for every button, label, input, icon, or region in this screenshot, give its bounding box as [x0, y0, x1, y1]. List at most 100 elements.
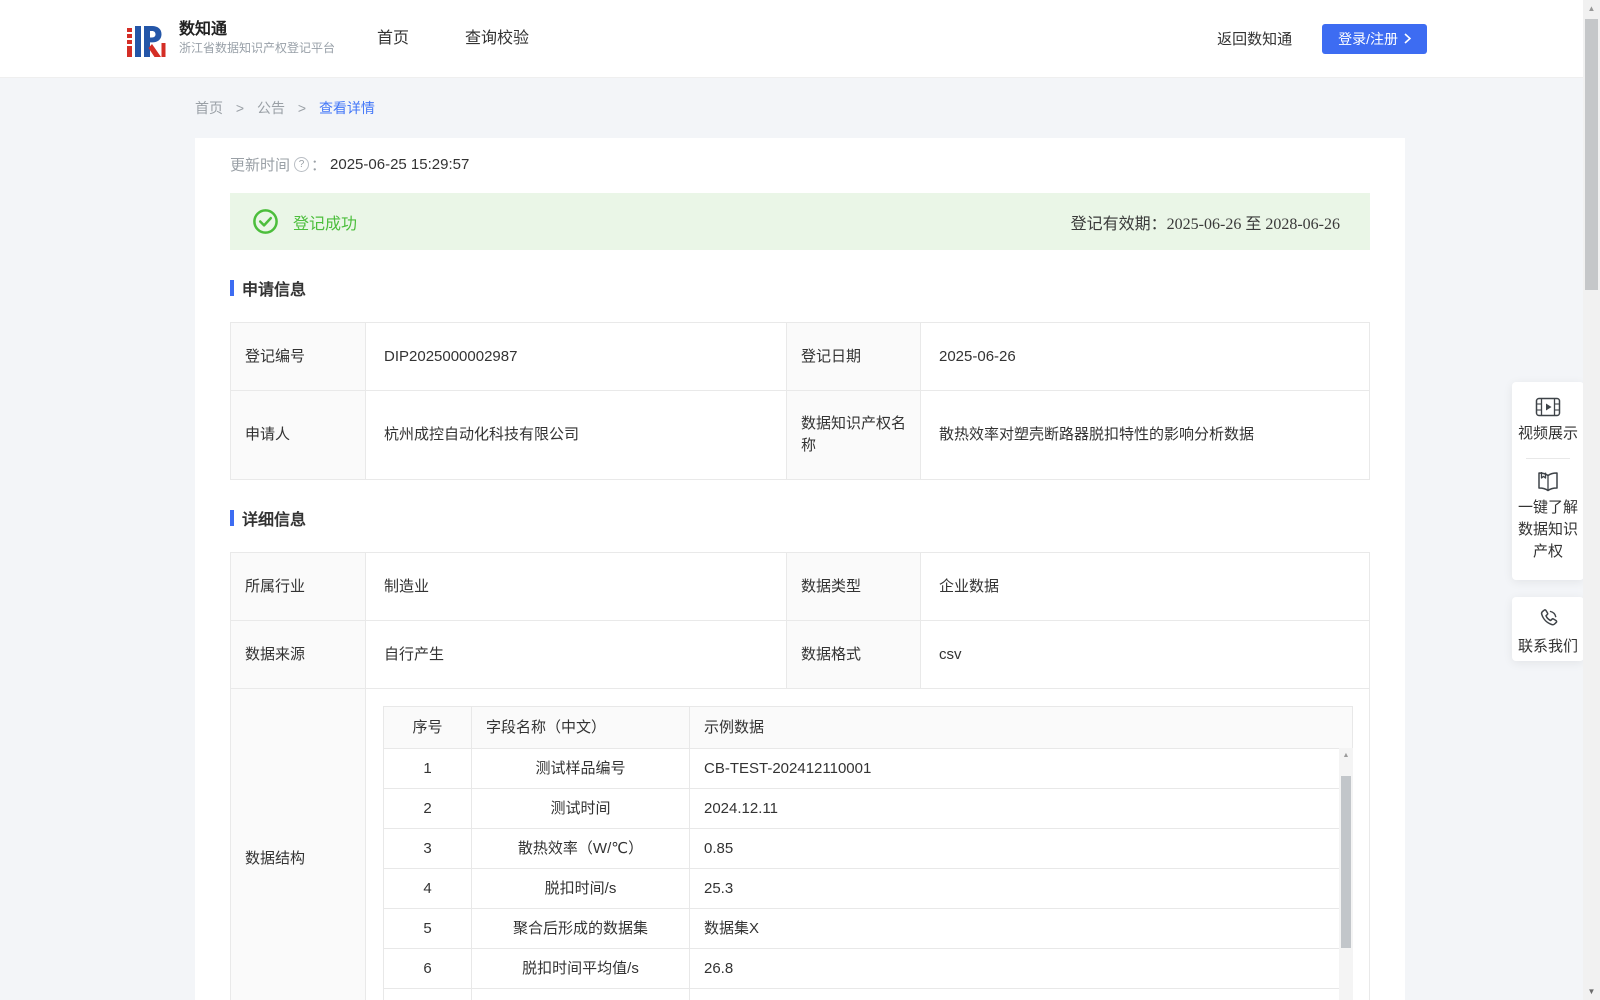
main-nav: 首页 查询校验 [377, 0, 585, 78]
cell-field-name: 测试样品编号 [471, 748, 690, 789]
data-structure-table-wrap: 序号 字段名称（中文） 示例数据 1 测试样品编号 CB-TEST-202412… [383, 706, 1353, 1000]
field-value: 企业数据 [920, 552, 1370, 621]
breadcrumb-announcement[interactable]: 公告 [257, 100, 285, 116]
field-value: 2025-06-26 [920, 322, 1370, 391]
field-label: 数据格式 [786, 620, 921, 689]
back-link[interactable]: 返回数知通 [1217, 28, 1292, 49]
field-value: 散热效率对塑壳断路器脱扣特性的影响分析数据 [920, 390, 1370, 480]
help-icon[interactable]: ? [294, 156, 310, 172]
cell-sample: 0.85 [689, 828, 1353, 869]
nav-item-home[interactable]: 首页 [377, 0, 409, 78]
field-value: 杭州成控自动化科技有限公司 [365, 390, 787, 480]
cell-sample: 数据集X [689, 908, 1353, 949]
float-panel-tools: 视频展示 一键了解数据知识产权 [1512, 382, 1584, 580]
guide-item[interactable]: 一键了解数据知识产权 [1512, 471, 1584, 563]
field-label: 申请人 [230, 390, 366, 480]
login-button-label: 登录/注册 [1338, 30, 1398, 47]
cell-index: 1 [383, 748, 472, 789]
update-time-label: 更新时间 [230, 156, 291, 174]
page-scrollbar[interactable]: ▲ ▼ [1583, 0, 1600, 1000]
detail-info-table: 所属行业 制造业 数据类型 企业数据 数据来源 自行产生 数据格式 csv 数据… [230, 552, 1370, 1000]
breadcrumb-home[interactable]: 首页 [195, 100, 223, 116]
cell-field-name: 脱扣时间平均值/s [471, 948, 690, 989]
inner-table-scrollbar[interactable]: ▲ [1339, 748, 1353, 1000]
table-row-data-structure: 数据结构 序号 字段名称（中文） 示例数据 1 测试样品编号 CB-TEST-2… [230, 688, 1370, 1000]
cell-index: 5 [383, 908, 472, 949]
nav-item-query-verify[interactable]: 查询校验 [465, 0, 529, 78]
logo[interactable]: 数知通 浙江省数据知识产权登记平台 [125, 18, 335, 60]
field-label: 数据知识产权名称 [786, 390, 921, 480]
panel-divider [1526, 458, 1570, 459]
validity-period: 登记有效期：2025-06-26 至 2028-06-26 [1071, 210, 1340, 234]
phone-icon [1540, 609, 1558, 626]
field-value: 制造业 [365, 552, 787, 621]
top-bar: 数知通 浙江省数据知识产权登记平台 首页 查询校验 返回数知通 登录/注册 [0, 0, 1600, 78]
guide-label: 一键了解数据知识产权 [1517, 499, 1578, 560]
cell-field-name: 脱扣时间/s [471, 868, 690, 909]
cell-field-name: 聚合后形成的数据集 [471, 908, 690, 949]
scroll-up-icon[interactable]: ▲ [1339, 751, 1353, 761]
table-row: 4 脱扣时间/s 25.3 [383, 868, 1353, 909]
cell-sample: 26.8 [689, 948, 1353, 989]
table-row: 申请人 杭州成控自动化科技有限公司 数据知识产权名称 散热效率对塑壳断路器脱扣特… [230, 390, 1370, 480]
float-panel-contact[interactable]: 联系我们 [1512, 597, 1584, 661]
cell-index: 4 [383, 868, 472, 909]
section-marker [230, 510, 234, 526]
column-header: 示例数据 [689, 706, 1353, 749]
update-time-value: 2025-06-25 15:29:57 [330, 155, 470, 173]
status-text: 登记成功 [293, 215, 358, 233]
table-header-row: 序号 字段名称（中文） 示例数据 [383, 706, 1353, 749]
video-label: 视频展示 [1517, 425, 1578, 442]
detail-card: 更新时间 ? ： 2025-06-25 15:29:57 登记成功 登记有效期：… [195, 138, 1405, 1000]
column-header: 字段名称（中文） [471, 706, 690, 749]
chevron-right-icon [1404, 33, 1411, 44]
scrollbar-down-icon[interactable]: ▼ [1583, 987, 1600, 996]
cell-field-name: 散热效率（W/℃） [471, 828, 690, 869]
field-label: 数据结构 [230, 688, 366, 1000]
section-title-text: 详细信息 [242, 512, 307, 529]
cell-sample: 25.3 [689, 868, 1353, 909]
field-label: 所属行业 [230, 552, 366, 621]
logo-icon [127, 25, 166, 57]
data-structure-cell: 序号 字段名称（中文） 示例数据 1 测试样品编号 CB-TEST-202412… [365, 688, 1370, 1000]
field-label: 登记编号 [230, 322, 366, 391]
inner-scrollbar-thumb[interactable] [1341, 776, 1351, 948]
contact-label: 联系我们 [1517, 638, 1578, 655]
book-icon [1538, 472, 1558, 492]
video-showcase-item[interactable]: 视频展示 [1512, 396, 1584, 445]
field-label: 登记日期 [786, 322, 921, 391]
cell-field-name: 测试时间 [471, 788, 690, 829]
section-marker [230, 280, 234, 296]
video-icon [1535, 397, 1561, 417]
table-row: 数据来源 自行产生 数据格式 csv [230, 620, 1370, 689]
breadcrumb-current: 查看详情 [318, 100, 375, 116]
app-subtitle: 浙江省数据知识产权登记平台 [179, 41, 336, 55]
table-row: 1 测试样品编号 CB-TEST-202412110001 [383, 748, 1353, 789]
field-value: 自行产生 [365, 620, 787, 689]
success-check-icon [253, 209, 278, 234]
column-header: 序号 [383, 706, 472, 749]
table-row: 6 脱扣时间平均值/s 26.8 [383, 948, 1353, 989]
cell-sample: CB-TEST-202412110001 [689, 748, 1353, 789]
login-register-button[interactable]: 登录/注册 [1322, 23, 1427, 54]
scrollbar-up-icon[interactable]: ▲ [1583, 4, 1600, 13]
table-row: 2 测试时间 2024.12.11 [383, 788, 1353, 829]
breadcrumb: 首页 > 公告 > 查看详情 [195, 78, 1405, 117]
field-label: 数据类型 [786, 552, 921, 621]
section-title-text: 申请信息 [242, 282, 307, 299]
success-banner: 登记成功 登记有效期：2025-06-26 至 2028-06-26 [230, 193, 1370, 250]
table-row: 所属行业 制造业 数据类型 企业数据 [230, 552, 1370, 621]
data-structure-table: 序号 字段名称（中文） 示例数据 1 测试样品编号 CB-TEST-202412… [383, 706, 1353, 1000]
table-row: 5 聚合后形成的数据集 数据集X [383, 908, 1353, 949]
cell-index: 2 [383, 788, 472, 829]
field-label: 数据来源 [230, 620, 366, 689]
cell-index: 6 [383, 948, 472, 989]
cell-index: 3 [383, 828, 472, 869]
section-title-application: 申请信息 [230, 276, 1370, 300]
cell-sample: 2024.12.11 [689, 788, 1353, 829]
validity-label: 登记有效期： [1070, 215, 1167, 233]
page-scrollbar-thumb[interactable] [1585, 19, 1598, 290]
table-row [383, 988, 1353, 1000]
breadcrumb-separator: > [297, 100, 307, 116]
app-title: 数知通 [179, 21, 228, 38]
